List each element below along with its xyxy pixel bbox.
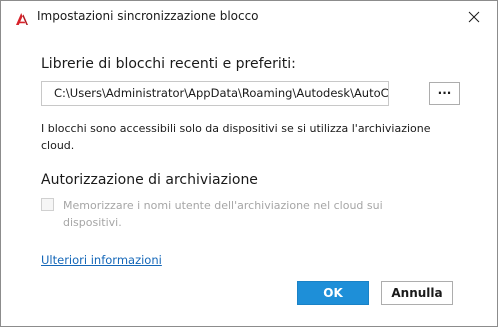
sync-settings-dialog: Impostazioni sincronizzazione blocco Lib… [0,0,498,327]
browse-button[interactable]: ... [429,82,460,105]
cloud-info-text: I blocchi sono accessibili solo da dispo… [41,122,431,152]
cancel-button[interactable]: Annulla [381,281,453,305]
ok-button[interactable]: OK [297,281,369,305]
libraries-heading: Librerie di blocchi recenti e preferiti: [41,56,296,72]
title-bar: Impostazioni sincronizzazione blocco [1,1,497,33]
store-usernames-label: Memorizzare i nomi utente dell'archiviaz… [63,199,383,229]
autocad-logo-icon [15,11,29,25]
library-path-field[interactable]: C:\Users\Administrator\AppData\Roaming\A… [41,81,389,106]
window-title: Impostazioni sincronizzazione blocco [37,9,259,23]
close-icon [468,8,480,27]
authorization-heading: Autorizzazione di archiviazione [41,172,258,188]
close-button[interactable] [451,1,497,33]
store-usernames-checkbox[interactable] [41,198,54,211]
more-info-link[interactable]: Ulteriori informazioni [41,253,162,267]
